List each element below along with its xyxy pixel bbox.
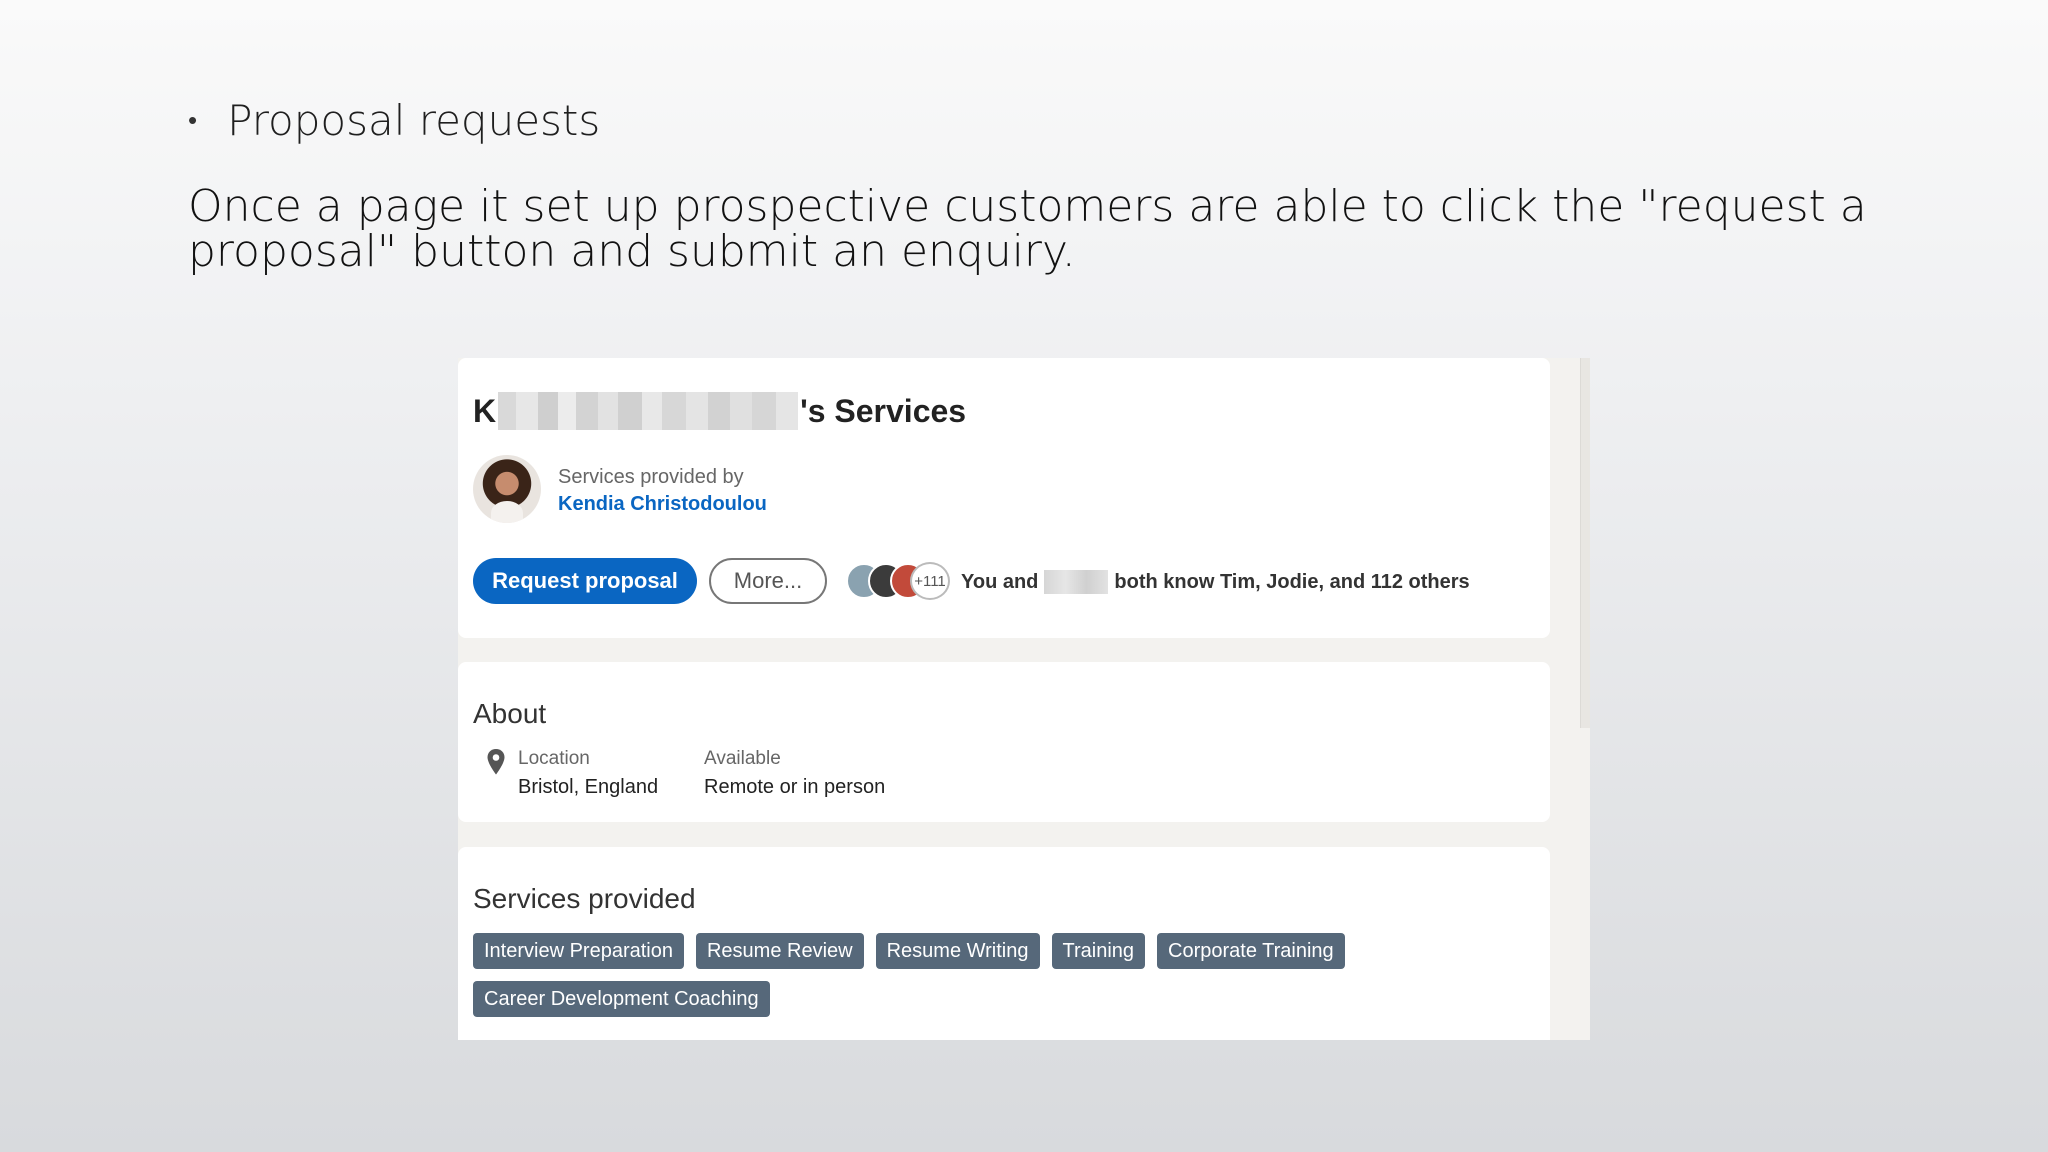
bullet-dot-icon: • xyxy=(188,106,198,136)
redacted-name-blur xyxy=(498,392,799,430)
avatar[interactable] xyxy=(473,455,541,523)
services-heading: Services provided xyxy=(473,883,696,914)
bullet-heading: • Proposal requests xyxy=(188,96,600,145)
service-tag[interactable]: Career Development Coaching xyxy=(473,981,770,1017)
service-tag[interactable]: Resume Review xyxy=(695,933,864,969)
available-label: Available xyxy=(704,748,781,769)
page-title: K 's Services xyxy=(473,392,966,430)
bullet-title: Proposal requests xyxy=(227,96,601,145)
service-tags: Interview Preparation Resume Review Resu… xyxy=(473,933,1373,1017)
provider-name-link[interactable]: Kendia Christodoulou xyxy=(558,493,767,516)
service-tag[interactable]: Resume Writing xyxy=(875,933,1040,969)
about-heading: About xyxy=(473,698,547,729)
service-tag[interactable]: Interview Preparation xyxy=(473,933,684,969)
mutual-prefix: You and xyxy=(961,570,1039,593)
embedded-screenshot: K 's Services Services provided by Kendi… xyxy=(458,358,1590,1040)
redacted-name-blur xyxy=(1044,570,1109,594)
title-prefix: K xyxy=(473,392,497,429)
available-value: Remote or in person xyxy=(704,776,886,798)
request-proposal-button[interactable]: Request proposal xyxy=(473,558,697,604)
service-tag[interactable]: Corporate Training xyxy=(1157,933,1345,969)
provided-by-label: Services provided by xyxy=(558,466,744,488)
mutual-connections-avatars[interactable]: +111 xyxy=(846,561,956,601)
services-provided-card: Services provided Interview Preparation … xyxy=(458,847,1550,1040)
location-value: Bristol, England xyxy=(518,776,659,798)
services-header-card: K 's Services Services provided by Kendi… xyxy=(458,358,1550,638)
mutual-suffix: both know Tim, Jodie, and 112 others xyxy=(1114,570,1470,593)
slide-body-text: Once a page it set up prospective custom… xyxy=(188,181,1867,277)
about-card: About Location Bristol, England Availabl… xyxy=(458,662,1550,822)
title-suffix: 's Services xyxy=(800,392,967,429)
more-button[interactable]: More... xyxy=(709,558,827,604)
mutual-count-badge: +111 xyxy=(910,562,950,600)
location-label: Location xyxy=(518,748,590,769)
mutual-connections-text[interactable]: You and both know Tim, Jodie, and 112 ot… xyxy=(961,570,1470,594)
scrollbar[interactable] xyxy=(1580,358,1590,728)
service-tag[interactable]: Training xyxy=(1051,933,1146,969)
location-pin-icon xyxy=(487,749,505,775)
